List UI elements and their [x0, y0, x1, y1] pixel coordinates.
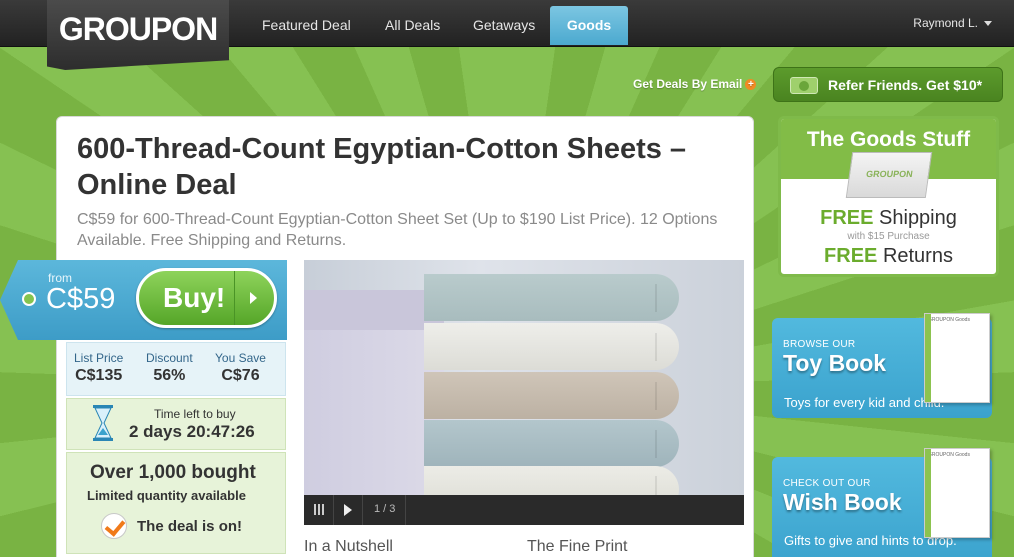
shipping-word: Shipping [879, 207, 957, 229]
price-stats: List Price C$135 Discount 56% You Save C… [66, 342, 286, 396]
refer-label: Refer Friends. Get $10* [828, 77, 983, 93]
photo-sheet-layer [424, 466, 679, 495]
stat-label: You Save [215, 351, 266, 365]
book-spine [925, 449, 931, 537]
with-purchase-note: with $15 Purchase [847, 231, 930, 242]
divider [362, 495, 363, 525]
user-menu[interactable]: Raymond L. [913, 16, 992, 30]
deal-price: C$59 [46, 283, 116, 315]
get-deals-by-email-link[interactable]: Get Deals By Email + [633, 77, 757, 91]
book-head: GROUPON Goods [928, 452, 970, 458]
stat-label: List Price [74, 351, 124, 365]
wish-book-cover-icon: GROUPON Goods [924, 448, 990, 538]
photo-sheet-layer [424, 323, 679, 370]
plus-icon: + [745, 79, 757, 90]
wish-book-promo[interactable]: CHECK OUT OUR Wish Book Gifts to give an… [772, 448, 992, 557]
divider [405, 495, 406, 525]
tab-fine-print[interactable]: The Fine Print [527, 538, 627, 556]
logo-text: GROUPON [58, 11, 218, 47]
divider [333, 495, 334, 525]
groupon-logo[interactable]: GROUPON [47, 0, 229, 70]
hourglass-icon [93, 405, 113, 441]
toy-book-cover-icon: GROUPON Goods [924, 313, 990, 403]
deals-email-label: Get Deals By Email [633, 77, 743, 91]
toy-book-kicker: BROWSE OUR [783, 339, 856, 350]
shipping-box-icon [845, 152, 933, 198]
money-icon [790, 77, 818, 94]
returns-word: Returns [882, 245, 953, 267]
photo-sheet-layer [424, 420, 679, 467]
book-spine [925, 314, 931, 402]
toy-book-desc: Toys for every kid and child. [784, 395, 945, 410]
book-head: GROUPON Goods [928, 317, 970, 323]
refer-friends-button[interactable]: Refer Friends. Get $10* [773, 67, 1003, 102]
time-left-value: 2 days 20:47:26 [129, 422, 255, 441]
photo-counter: 1 / 3 [374, 503, 396, 515]
deal-photo[interactable] [304, 260, 744, 495]
play-icon[interactable] [344, 504, 352, 516]
user-name: Raymond L. [913, 16, 978, 30]
stat-value: C$76 [221, 367, 260, 384]
stat-value: 56% [153, 367, 186, 384]
goods-title: The Goods Stuff [806, 128, 971, 151]
deal-status: The deal is on! [137, 518, 243, 535]
wish-book-title: Wish Book [783, 489, 902, 515]
stat-list-price: List Price C$135 [74, 351, 123, 385]
buy-button[interactable]: Buy! [136, 268, 277, 328]
free-word: FREE [820, 207, 874, 229]
photo-controls: 1 / 3 [304, 495, 744, 525]
toy-book-promo[interactable]: BROWSE OUR Toy Book Toys for every kid a… [772, 313, 992, 418]
free-returns-text: FREE Returns [781, 245, 996, 268]
buy-label: Buy! [163, 282, 226, 313]
grid-icon[interactable] [314, 504, 325, 515]
goods-stuff-promo[interactable]: The Goods Stuff FREE Shipping with $15 P… [778, 116, 999, 277]
photo-sheet-layer [424, 274, 679, 321]
chevron-down-icon [984, 21, 992, 27]
nav-featured-deal[interactable]: Featured Deal [247, 6, 366, 45]
nav-goods[interactable]: Goods [550, 6, 628, 45]
time-left-label: Time left to buy [154, 407, 236, 421]
stat-you-save: You Save C$76 [215, 351, 266, 385]
stat-label: Discount [146, 351, 193, 365]
deal-title: 600-Thread-Count Egyptian-Cotton Sheets … [77, 133, 687, 201]
photo-sheet-draped [304, 290, 444, 495]
tab-in-a-nutshell[interactable]: In a Nutshell [304, 538, 393, 556]
nav-all-deals[interactable]: All Deals [370, 6, 455, 45]
free-shipping-text: FREE Shipping [781, 207, 996, 230]
stat-value: C$135 [75, 367, 123, 384]
toy-book-title: Toy Book [783, 350, 887, 376]
price-tag-dot [22, 292, 36, 306]
wish-book-kicker: CHECK OUT OUR [783, 478, 871, 489]
free-word: FREE [824, 245, 878, 267]
bought-count: Over 1,000 bought [90, 462, 256, 483]
chevron-right-icon [234, 271, 274, 325]
deal-subtitle: C$59 for 600-Thread-Count Egyptian-Cotto… [77, 211, 718, 249]
stat-discount: Discount 56% [146, 351, 193, 385]
photo-sheet-layer [424, 372, 679, 419]
checkmark-icon [101, 513, 127, 539]
nav-getaways[interactable]: Getaways [458, 6, 550, 45]
limited-quantity-note: Limited quantity available [87, 488, 246, 503]
